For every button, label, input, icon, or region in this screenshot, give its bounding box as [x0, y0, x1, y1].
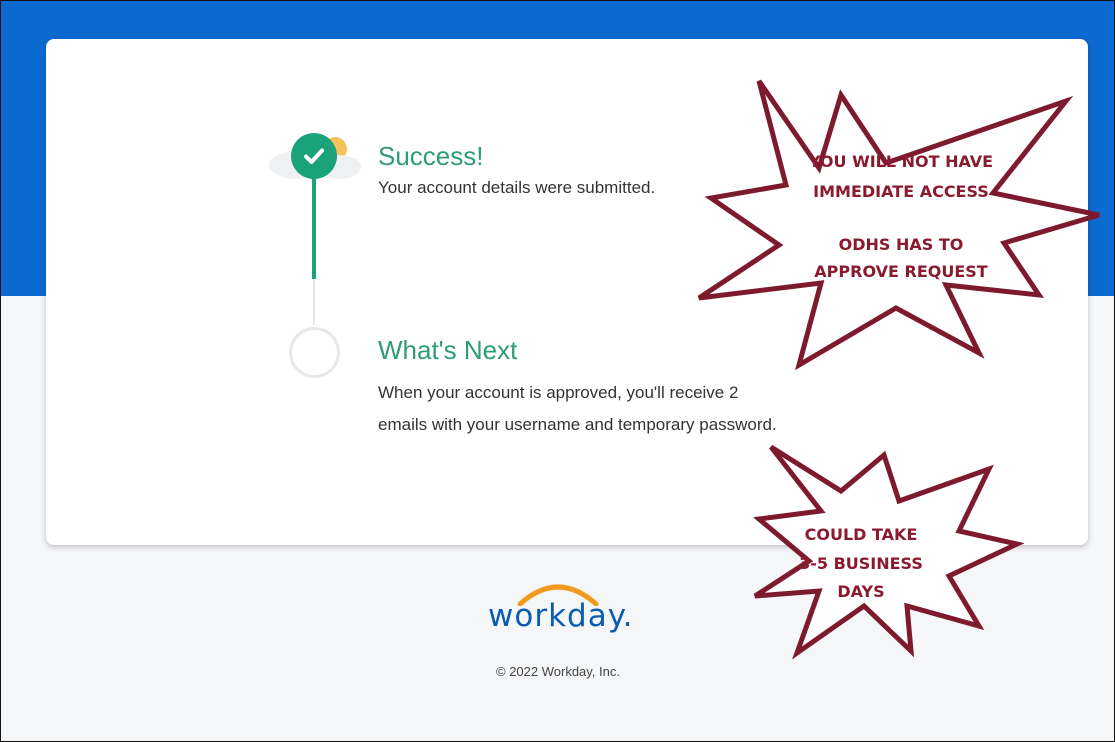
- progress-line-complete: [312, 177, 316, 279]
- success-title: Success!: [378, 141, 484, 171]
- success-message: Your account details were submitted.: [378, 178, 656, 197]
- next-message-line1: When your account is approved, you'll re…: [378, 383, 739, 402]
- callout-bottom-line1: COULD TAKE: [804, 525, 918, 544]
- callout-burst-top: [697, 79, 1100, 371]
- callout-top-line1: YOU WILL NOT HAVE: [808, 152, 994, 171]
- pending-step-icon: [289, 327, 340, 378]
- callout-bottom-line2: 3-5 BUSINESS: [799, 554, 923, 573]
- copyright-text: © 2022 Workday, Inc.: [496, 664, 620, 679]
- workday-logo-text: workday.: [488, 598, 634, 634]
- callout-bottom-line3: DAYS: [837, 582, 885, 601]
- callout-top-line4: APPROVE REQUEST: [814, 262, 988, 281]
- success-check-icon: [291, 133, 337, 179]
- next-title: What's Next: [378, 335, 518, 365]
- page-frame: Success! Your account details were submi…: [0, 0, 1115, 742]
- workday-logo: workday.: [488, 576, 634, 638]
- next-message-line2: emails with your username and temporary …: [378, 415, 777, 434]
- callout-top-line2: IMMEDIATE ACCESS: [813, 182, 989, 201]
- progress-line-pending: [313, 279, 315, 325]
- callout-burst-bottom: [753, 444, 1024, 660]
- callout-top-line3: ODHS HAS TO: [838, 235, 964, 254]
